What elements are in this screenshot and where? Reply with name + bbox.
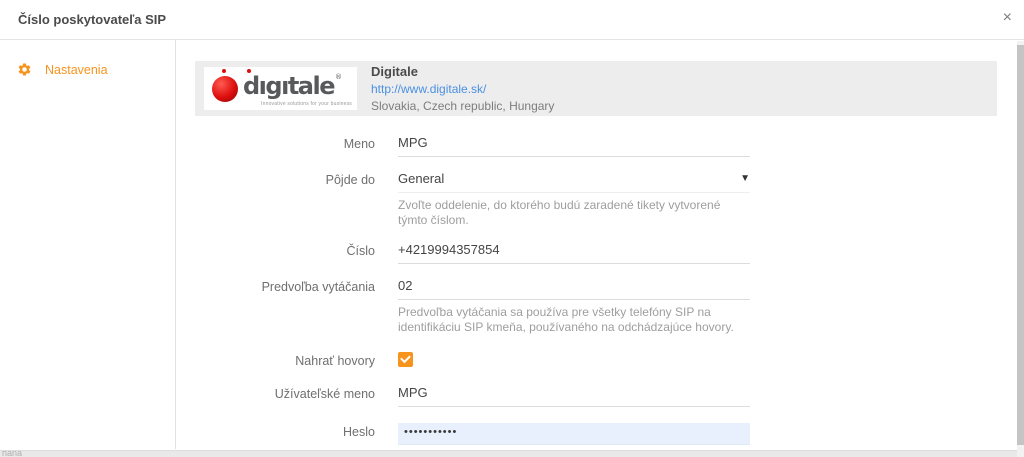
logo-registered-mark: ®: [335, 73, 342, 81]
sidebar-item-label: Nastavenia: [45, 63, 108, 77]
meno-label: Meno: [195, 135, 375, 157]
dialog-header: Číslo poskytovateľa SIP ×: [0, 0, 1024, 40]
field-uzivatelske-meno-row: Užívateľské meno MPG: [195, 385, 1024, 407]
scrollbar-thumb[interactable]: [1017, 45, 1024, 445]
record-calls-checkbox[interactable]: [398, 352, 413, 367]
predvolba-label: Predvoľba vytáčania: [195, 278, 375, 335]
logo-ball-icon: [212, 76, 238, 102]
provider-url-link[interactable]: http://www.digitale.sk/: [371, 82, 486, 96]
logo-i-dot: [247, 69, 251, 73]
sidebar: Nastavenia: [0, 40, 176, 449]
field-nahrat-hovory-row: Nahrať hovory: [195, 352, 1024, 368]
logo-i-dot: [222, 69, 226, 73]
field-predvolba-row: Predvoľba vytáčania 02 Predvoľba vytáčan…: [195, 278, 1024, 335]
meno-input[interactable]: MPG: [398, 135, 750, 157]
provider-logo: dıgıtale ® Innovative solutions for your…: [204, 67, 357, 110]
department-help-text: Zvoľte oddelenie, do ktorého budú zarade…: [398, 198, 750, 228]
background-page-strip: hana: [0, 450, 1017, 457]
vertical-scrollbar[interactable]: [1017, 41, 1024, 457]
provider-info: Digitale http://www.digitale.sk/ Slovaki…: [371, 63, 554, 115]
department-select[interactable]: General ▼: [398, 171, 750, 193]
department-selected-value: General: [398, 171, 444, 186]
provider-name: Digitale: [371, 63, 554, 80]
sidebar-item-nastavenia[interactable]: Nastavenia: [17, 62, 175, 77]
nahrat-hovory-label: Nahrať hovory: [195, 352, 375, 368]
password-input[interactable]: •••••••••••: [398, 423, 750, 445]
field-pojde-do-row: Pôjde do General ▼ Zvoľte oddelenie, do …: [195, 171, 1024, 228]
close-icon[interactable]: ×: [1003, 10, 1012, 26]
sip-number-form: Meno MPG Pôjde do General ▼ Zvoľte oddel…: [195, 135, 1024, 457]
cislo-input[interactable]: +4219994357854: [398, 242, 750, 264]
dialog-body: Nastavenia dıgıtale ® Innovative solutio…: [0, 40, 1024, 449]
uzivatelske-meno-label: Užívateľské meno: [195, 385, 375, 407]
logo-tagline: Innovative solutions for your business: [261, 101, 352, 107]
logo-wordmark: dıgıtale: [243, 74, 334, 98]
username-input[interactable]: MPG: [398, 385, 750, 407]
field-heslo-row: Heslo •••••••••••: [195, 423, 1024, 445]
field-meno-row: Meno MPG: [195, 135, 1024, 157]
provider-countries: Slovakia, Czech republic, Hungary: [371, 98, 554, 115]
main-panel: dıgıtale ® Innovative solutions for your…: [176, 40, 1024, 449]
field-cislo-row: Číslo +4219994357854: [195, 242, 1024, 264]
provider-card: dıgıtale ® Innovative solutions for your…: [195, 61, 997, 116]
predvolba-help-text: Predvoľba vytáčania sa používa pre všetk…: [398, 305, 750, 335]
background-partial-text: hana: [2, 450, 22, 457]
heslo-label: Heslo: [195, 423, 375, 445]
pojde-do-label: Pôjde do: [195, 171, 375, 228]
chevron-down-icon: ▼: [740, 173, 750, 184]
gear-icon: [17, 62, 32, 77]
cislo-label: Číslo: [195, 242, 375, 264]
predvolba-input[interactable]: 02: [398, 278, 750, 300]
dialog-title: Číslo poskytovateľa SIP: [18, 12, 166, 27]
